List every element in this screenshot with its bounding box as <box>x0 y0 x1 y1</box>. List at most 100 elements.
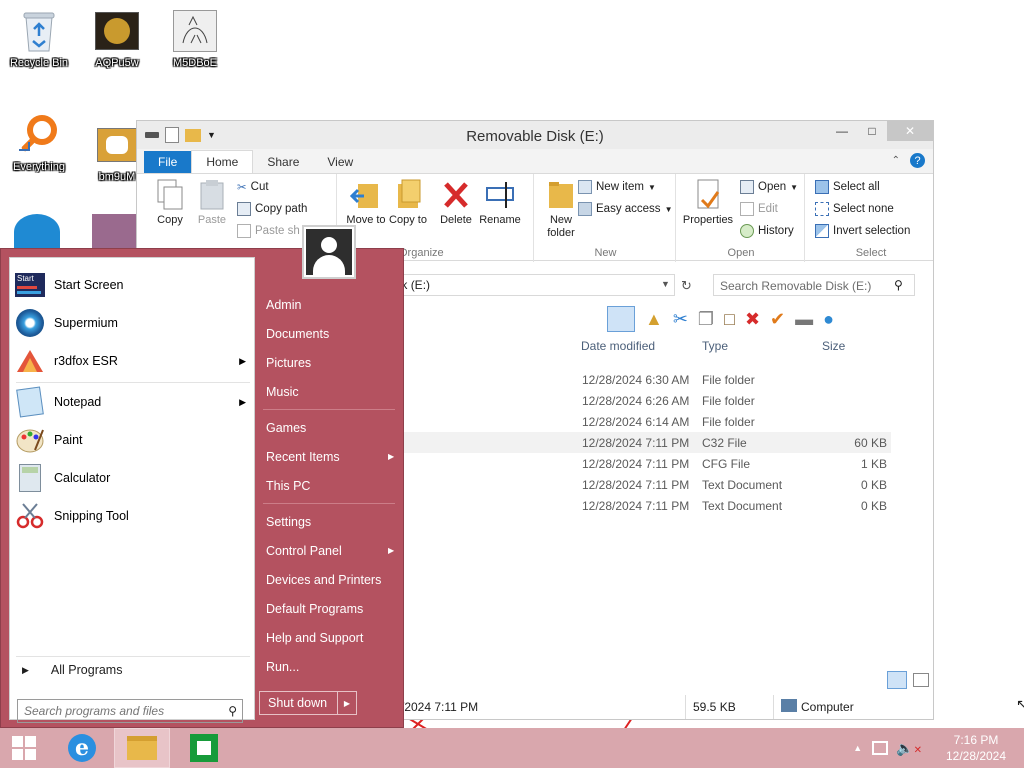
select-none-icon <box>815 202 829 216</box>
tab-home[interactable]: Home <box>191 150 254 173</box>
properties-button[interactable]: Properties <box>678 178 738 227</box>
place-admin[interactable]: Admin <box>266 298 301 312</box>
taskbar-clock[interactable]: 7:16 PM 12/28/2024 <box>928 732 1024 764</box>
help-icon[interactable]: ? <box>910 153 925 168</box>
rename-button[interactable]: Rename <box>475 178 525 227</box>
start-search-box[interactable]: ⚲ <box>17 699 243 723</box>
minimize-button[interactable]: — <box>827 121 857 141</box>
cut-icon[interactable]: ✂ <box>673 309 688 330</box>
start-search-input[interactable] <box>18 700 214 722</box>
refresh-icon[interactable]: ↻ <box>681 278 692 294</box>
delete-icon <box>440 178 472 212</box>
program-notepad[interactable]: Notepad ▶ <box>14 385 252 419</box>
history-button[interactable]: History <box>740 224 794 238</box>
system-tray: ▲ 🔈✕ 7:16 PM 12/28/2024 <box>853 728 1024 768</box>
shutdown-options-icon[interactable]: ▶ <box>337 691 357 715</box>
ribbon-group-label: Organize <box>399 247 444 259</box>
tab-view[interactable]: View <box>313 151 367 173</box>
details-view-button[interactable] <box>887 671 907 689</box>
select-none-button[interactable]: Select none <box>815 202 894 216</box>
preview-pane-icon[interactable] <box>607 306 635 332</box>
rename-icon[interactable]: ▬ <box>795 309 813 330</box>
desktop-icon-aqpu5w[interactable]: AQPu5w <box>82 8 152 69</box>
select-all-button[interactable]: Select all <box>815 180 880 194</box>
show-hidden-icons-icon[interactable]: ▲ <box>853 743 862 753</box>
start-button[interactable] <box>0 728 48 768</box>
invert-selection-button[interactable]: Invert selection <box>815 224 910 238</box>
place-music[interactable]: Music <box>266 385 299 399</box>
taskbar-store[interactable] <box>176 728 232 768</box>
image-file-icon[interactable] <box>92 214 136 248</box>
edit-button[interactable]: Edit <box>740 202 778 216</box>
image-file-icon <box>172 8 218 54</box>
ribbon-group-label: New <box>594 247 617 259</box>
ribbon-tabs: File Home Share View ⌃ ? <box>137 149 933 173</box>
tab-share[interactable]: Share <box>253 151 313 173</box>
move-to-icon <box>349 178 382 212</box>
mouse-cursor-icon: ↖ <box>1016 696 1024 712</box>
start-menu-programs: Start Start Screen Supermium r3dfox ESR … <box>9 257 255 723</box>
new-item-button[interactable]: New item ▼ <box>578 180 656 194</box>
place-games[interactable]: Games <box>266 421 306 435</box>
easy-access-button[interactable]: Easy access ▼ <box>578 202 672 216</box>
desktop-icon-everything[interactable]: Everything <box>4 112 74 173</box>
tab-file[interactable]: File <box>144 151 192 173</box>
paste-shortcut-button[interactable]: Paste sh <box>237 224 300 238</box>
edge-browser-icon[interactable] <box>14 214 60 250</box>
address-dropdown-icon[interactable]: ▼ <box>661 279 670 289</box>
desktop-icon-label: AQPu5w <box>95 57 139 69</box>
file-explorer-icon <box>127 736 157 760</box>
copy-path-button[interactable]: Copy path <box>237 202 307 216</box>
paste-button[interactable]: Paste <box>187 178 237 227</box>
start-menu: Start Start Screen Supermium r3dfox ESR … <box>0 225 404 728</box>
copy-path-icon <box>237 202 251 216</box>
taskbar-file-explorer[interactable] <box>114 728 170 768</box>
properties-check-icon[interactable]: ✔ <box>770 309 785 330</box>
copy-to-icon <box>392 178 424 212</box>
collapse-ribbon-icon[interactable]: ⌃ <box>892 155 900 166</box>
all-programs-arrow-icon: ▶ <box>22 664 29 675</box>
program-calculator[interactable]: Calculator <box>14 461 252 495</box>
column-header-date[interactable]: Date modified <box>581 339 655 359</box>
copy-icon[interactable]: ❐ <box>698 309 714 330</box>
cut-button[interactable]: ✂ Cut <box>237 180 269 194</box>
column-header-type[interactable]: Type <box>702 339 728 359</box>
open-button[interactable]: Open ▼ <box>740 180 798 194</box>
place-help-support[interactable]: Help and Support <box>266 631 363 645</box>
program-snipping-tool[interactable]: Snipping Tool <box>14 499 252 533</box>
volume-muted-icon[interactable]: 🔈✕ <box>896 740 922 757</box>
submenu-arrow-icon: ▶ <box>388 452 395 461</box>
program-r3dfox[interactable]: r3dfox ESR ▶ <box>14 344 252 378</box>
shell-icon[interactable]: ● <box>823 309 834 330</box>
desktop-icon-m5dboe[interactable]: M5DBoE <box>160 8 230 69</box>
status-size: 59.5 KB <box>693 700 736 714</box>
place-run[interactable]: Run... <box>266 660 299 674</box>
program-start-screen[interactable]: Start Start Screen <box>14 268 252 302</box>
paste-icon[interactable]: □ <box>724 309 735 330</box>
place-recent-items[interactable]: Recent Items ▶ <box>266 450 398 464</box>
all-programs-button[interactable]: ▶ All Programs <box>14 663 122 677</box>
place-settings[interactable]: Settings <box>266 515 311 529</box>
desktop-icon-recycle-bin[interactable]: Recycle Bin <box>4 8 74 69</box>
program-paint[interactable]: Paint <box>14 423 252 457</box>
column-header-size[interactable]: Size <box>822 339 845 359</box>
network-icon[interactable] <box>872 741 889 755</box>
folder-options-icon[interactable]: ▲ <box>645 309 663 330</box>
place-this-pc[interactable]: This PC <box>266 479 310 493</box>
ribbon-group-label: Select <box>855 247 887 259</box>
place-pictures[interactable]: Pictures <box>266 356 311 370</box>
place-devices-printers[interactable]: Devices and Printers <box>266 573 381 587</box>
title-bar[interactable]: ▼ Removable Disk (E:) — □ ✕ <box>137 121 933 149</box>
taskbar-internet-explorer[interactable]: e <box>54 728 110 768</box>
maximize-button[interactable]: □ <box>857 121 887 141</box>
large-icons-view-button[interactable] <box>913 673 929 687</box>
close-button[interactable]: ✕ <box>887 121 933 141</box>
place-control-panel[interactable]: Control Panel ▶ <box>266 544 398 558</box>
place-default-programs[interactable]: Default Programs <box>266 602 363 616</box>
search-input[interactable]: Search Removable Disk (E:) <box>713 274 915 296</box>
delete-button[interactable]: Delete <box>431 178 481 227</box>
program-supermium[interactable]: Supermium <box>14 306 252 340</box>
place-documents[interactable]: Documents <box>266 327 329 341</box>
copy-to-button[interactable]: Copy to <box>383 178 433 227</box>
delete-icon[interactable]: ✖ <box>745 309 760 330</box>
